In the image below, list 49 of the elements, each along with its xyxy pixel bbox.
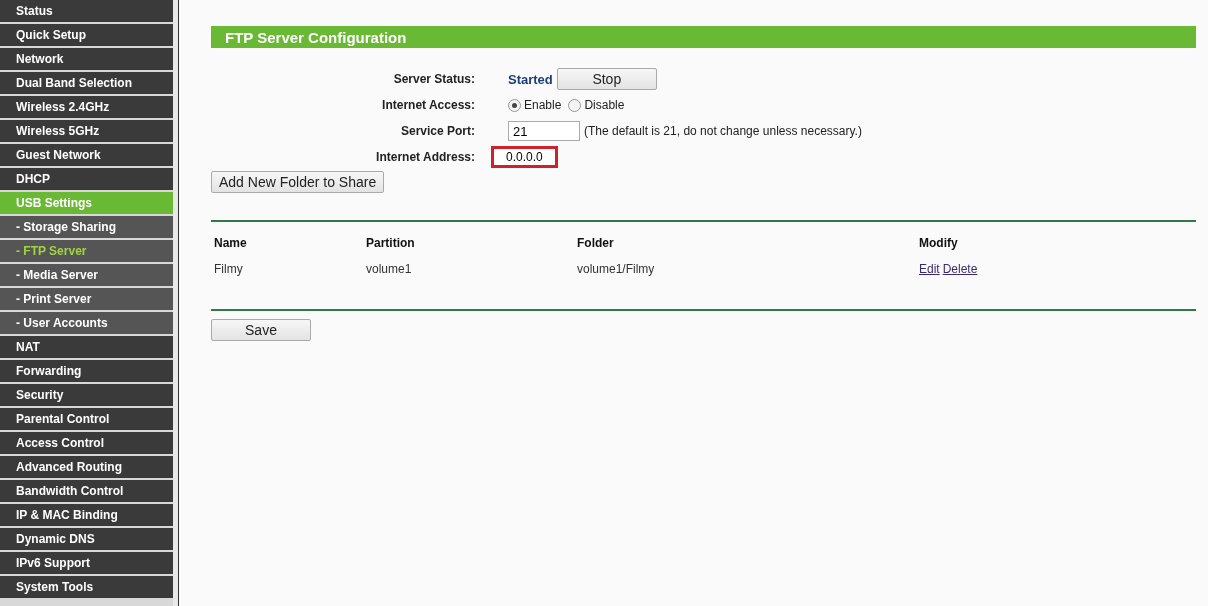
sidebar-item[interactable]: - FTP Server (0, 240, 173, 262)
address-value: 0.0.0.0 (491, 146, 558, 168)
column-header: Partition (366, 236, 416, 250)
column-header: Folder (577, 236, 615, 250)
sidebar-item[interactable]: Security (0, 384, 173, 406)
sidebar-item[interactable]: Bandwidth Control (0, 480, 173, 502)
sidebar-item[interactable]: IPv6 Support (0, 552, 173, 574)
sidebar-item[interactable]: - User Accounts (0, 312, 173, 334)
sidebar-item[interactable]: Forwarding (0, 360, 173, 382)
sidebar-item[interactable]: Dynamic DNS (0, 528, 173, 550)
sidebar-item[interactable]: Wireless 5GHz (0, 120, 173, 142)
sidebar-item[interactable]: DHCP (0, 168, 173, 190)
sidebar-item[interactable]: Dual Band Selection (0, 72, 173, 94)
radio-button[interactable] (568, 98, 582, 112)
sidebar-item[interactable]: Access Control (0, 432, 173, 454)
field-label: Service Port: (399, 124, 475, 138)
sidebar-item[interactable]: Advanced Routing (0, 456, 173, 478)
sidebar-item[interactable]: - Media Server (0, 264, 173, 286)
save-button[interactable]: Save (211, 319, 311, 341)
field-label: Internet Address: (375, 150, 475, 164)
field-label: Server Status: (392, 72, 475, 86)
table-cell-text: Filmy (214, 262, 244, 276)
sidebar-item[interactable]: Network (0, 48, 173, 70)
sidebar-item[interactable]: Parental Control (0, 408, 173, 430)
sidebar-item[interactable]: IP & MAC Binding (0, 504, 173, 526)
sidebar-item[interactable]: - Storage Sharing (0, 216, 173, 238)
section-title: FTP Server Configuration (211, 26, 1196, 48)
radio-label: Enable (524, 98, 562, 112)
radio-label: Disable (584, 98, 625, 112)
sidebar-item[interactable]: NAT (0, 336, 173, 358)
sidebar-item[interactable]: Quick Setup (0, 24, 173, 46)
action-link[interactable]: Edit (919, 262, 940, 276)
sidebar-item[interactable]: Status (0, 0, 173, 22)
table-cell-text: volume1/Filmy (577, 262, 656, 276)
sidebar-item[interactable]: - Print Server (0, 288, 173, 310)
column-header: Modify (919, 236, 959, 250)
stop-button[interactable]: Stop (556, 68, 657, 90)
action-link[interactable]: Delete (942, 262, 978, 276)
radio-button[interactable] (508, 98, 521, 112)
table-cell-text: volume1 (366, 262, 413, 276)
sidebar-item[interactable]: System Tools (0, 576, 173, 598)
field-label: Internet Access: (381, 98, 475, 112)
hint-text: (The default is 21, do not change unless necessary.) (584, 124, 862, 138)
add-folder-button[interactable]: Add New Folder to Share (211, 171, 385, 193)
port-field[interactable]: 21 (508, 121, 580, 141)
column-header: Name (214, 236, 248, 250)
sidebar-item[interactable]: Guest Network (0, 144, 173, 166)
status-text: Started (508, 71, 553, 87)
sidebar-item[interactable]: Wireless 2.4GHz (0, 96, 173, 118)
